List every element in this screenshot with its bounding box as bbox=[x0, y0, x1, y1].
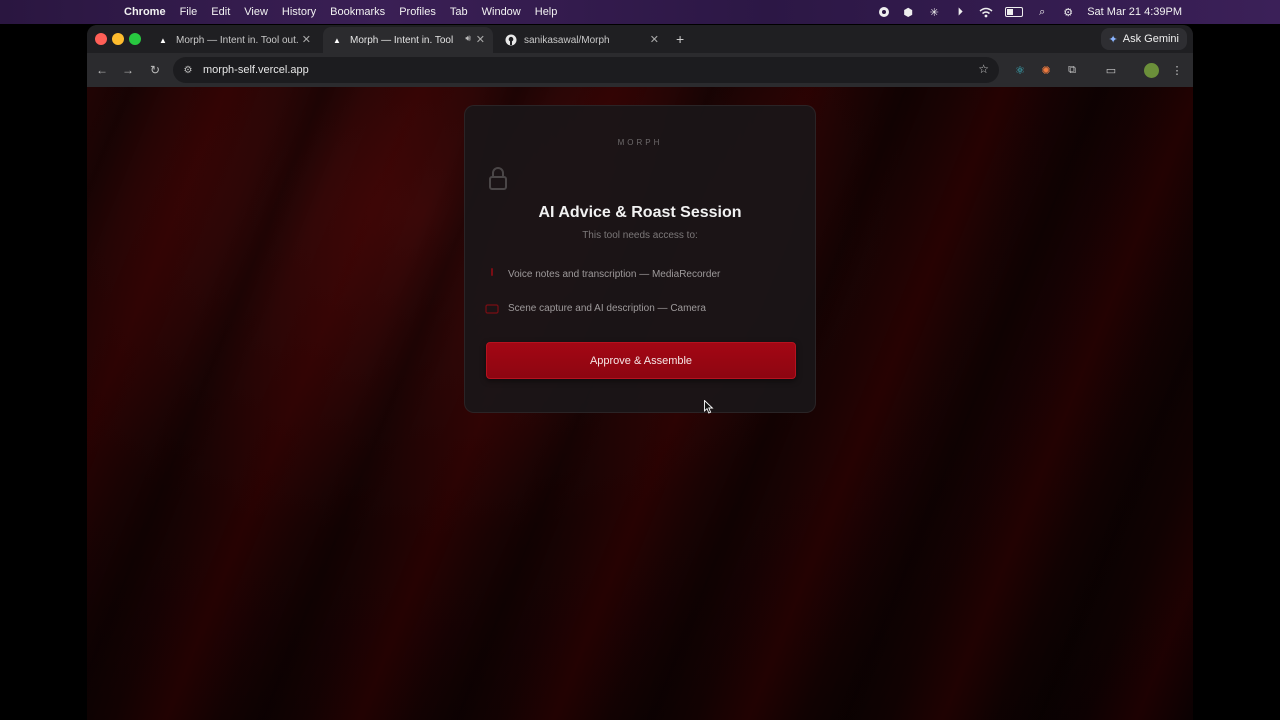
permission-item: Scene capture and AI description — Camer… bbox=[485, 300, 706, 316]
browser-toolbar: ← → ↻ ⚙ morph-self.vercel.app ☆ ⚛ ✺ ⧉ ▭ … bbox=[87, 53, 1193, 87]
vercel-triangle-icon: ▲ bbox=[333, 35, 341, 45]
search-icon[interactable]: ⌕ bbox=[1035, 6, 1049, 18]
tab-close-icon[interactable]: ✕ bbox=[650, 33, 659, 46]
tab-bar: ▲ Morph — Intent in. Tool out. ✕ ▲ Morph… bbox=[87, 25, 1193, 53]
menu-view[interactable]: View bbox=[244, 6, 268, 18]
screen-record-icon[interactable] bbox=[879, 7, 890, 17]
github-icon bbox=[505, 34, 517, 46]
close-window-button[interactable] bbox=[95, 33, 107, 45]
menu-edit[interactable]: Edit bbox=[211, 6, 230, 18]
minimize-window-button[interactable] bbox=[112, 33, 124, 45]
menu-file[interactable]: File bbox=[180, 6, 198, 18]
permission-label: Voice notes and transcription — MediaRec… bbox=[508, 268, 721, 280]
menu-app-name[interactable]: Chrome bbox=[124, 6, 166, 18]
tab-title: Morph — Intent in. Tool out. bbox=[350, 34, 454, 46]
tab-title: sanikasawal/Morph bbox=[524, 34, 610, 46]
menu-datetime[interactable]: Sat Mar 21 4:39PM bbox=[1087, 6, 1182, 18]
fullscreen-window-button[interactable] bbox=[129, 33, 141, 45]
kebab-menu-icon[interactable]: ⋮ bbox=[1169, 62, 1185, 78]
extensions-puzzle-icon[interactable]: ⧉ bbox=[1064, 62, 1080, 78]
battery-icon[interactable] bbox=[1005, 7, 1024, 17]
page-viewport: MORPH AI Advice & Roast Session This too… bbox=[87, 87, 1193, 720]
avatar bbox=[1143, 62, 1159, 78]
menu-help[interactable]: Help bbox=[535, 6, 558, 18]
ask-gemini-label: Ask Gemini bbox=[1122, 33, 1179, 45]
react-devtools-icon[interactable]: ⚛ bbox=[1012, 62, 1028, 78]
permission-card: MORPH AI Advice & Roast Session This too… bbox=[464, 105, 816, 413]
menu-items: Chrome File Edit View History Bookmarks … bbox=[124, 6, 571, 18]
brand-label: MORPH bbox=[617, 138, 663, 147]
card-subtitle: This tool needs access to: bbox=[582, 230, 698, 241]
menu-bookmarks[interactable]: Bookmarks bbox=[330, 6, 385, 18]
card-title: AI Advice & Roast Session bbox=[538, 204, 742, 221]
gemini-sparkle-icon: ✦ bbox=[1108, 33, 1118, 46]
tab-title: Morph — Intent in. Tool out. bbox=[176, 34, 299, 46]
address-bar[interactable]: ⚙ morph-self.vercel.app ☆ bbox=[173, 57, 999, 83]
cast-icon[interactable]: ▭ bbox=[1103, 62, 1119, 78]
speaker-icon[interactable]: 🔊︎ bbox=[465, 33, 471, 44]
camera-icon bbox=[485, 302, 499, 314]
mouse-cursor-icon bbox=[704, 400, 714, 414]
bookmark-star-icon[interactable]: ☆ bbox=[978, 62, 989, 76]
forward-icon[interactable]: → bbox=[120, 62, 136, 78]
profile-avatar[interactable] bbox=[1143, 62, 1159, 78]
microphone-icon bbox=[485, 268, 499, 280]
site-settings-icon[interactable]: ⚙ bbox=[181, 63, 195, 77]
lock-icon bbox=[489, 167, 507, 190]
back-icon[interactable]: ← bbox=[94, 62, 110, 78]
control-center-icon[interactable]: ⚙ bbox=[1061, 6, 1075, 19]
tab-close-icon[interactable]: ✕ bbox=[302, 33, 311, 46]
ask-gemini-button[interactable]: ✦ Ask Gemini bbox=[1100, 28, 1187, 50]
tab-close-icon[interactable]: ✕ bbox=[476, 33, 485, 46]
permission-item: Voice notes and transcription — MediaRec… bbox=[485, 266, 720, 282]
vercel-triangle-icon: ▲ bbox=[159, 35, 167, 45]
wifi-icon[interactable] bbox=[979, 6, 993, 18]
url-text[interactable]: morph-self.vercel.app bbox=[203, 64, 309, 76]
sparkle-icon[interactable]: ✳ bbox=[927, 6, 941, 19]
reload-icon[interactable]: ↻ bbox=[147, 62, 163, 78]
menu-window[interactable]: Window bbox=[482, 6, 521, 18]
menu-history[interactable]: History bbox=[282, 6, 316, 18]
play-icon[interactable]: ⏵ bbox=[953, 6, 967, 18]
menu-profiles[interactable]: Profiles bbox=[399, 6, 436, 18]
status-area: ⬢ ✳ ⏵ ⌕ ⚙ Sat Mar 21 4:39PM bbox=[879, 0, 1182, 24]
new-tab-button[interactable]: + bbox=[676, 31, 684, 47]
permission-label: Scene capture and AI description — Camer… bbox=[508, 302, 706, 314]
tab-github[interactable]: sanikasawal/Morph ✕ bbox=[497, 27, 667, 53]
menu-tab[interactable]: Tab bbox=[450, 6, 468, 18]
claude-extension-icon[interactable]: ✺ bbox=[1038, 62, 1054, 78]
tab-morph-2[interactable]: ▲ Morph — Intent in. Tool out. 🔊︎ ✕ bbox=[323, 27, 493, 53]
tab-morph-1[interactable]: ▲ Morph — Intent in. Tool out. ✕ bbox=[149, 27, 319, 53]
apple-menu-icon[interactable] bbox=[100, 5, 112, 19]
macos-menu-bar: Chrome File Edit View History Bookmarks … bbox=[0, 0, 1280, 24]
approve-assemble-button[interactable]: Approve & Assemble bbox=[486, 342, 796, 379]
browser-window: ▲ Morph — Intent in. Tool out. ✕ ▲ Morph… bbox=[87, 25, 1193, 720]
box-icon[interactable]: ⬢ bbox=[901, 6, 915, 19]
